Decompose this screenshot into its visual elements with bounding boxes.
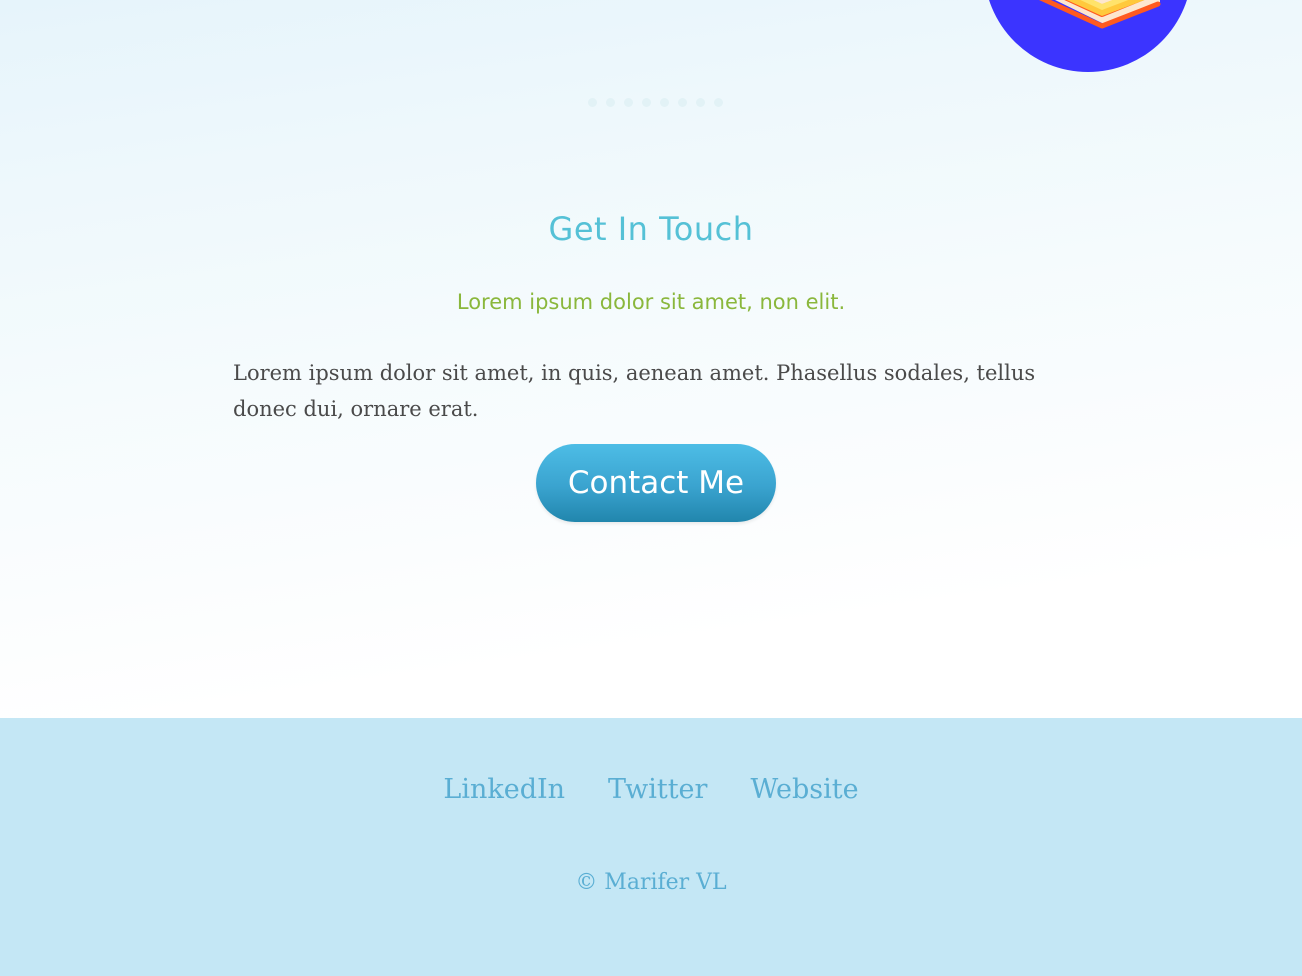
stacked-books-illustration-icon xyxy=(984,0,1192,72)
contact-section: Get In Touch Lorem ipsum dolor sit amet,… xyxy=(0,0,1302,718)
linkedin-link[interactable]: LinkedIn xyxy=(443,774,565,805)
footer xyxy=(0,718,1302,976)
copyright-text: © Marifer VL xyxy=(575,870,727,895)
separator-dot xyxy=(642,98,651,107)
separator-dot xyxy=(714,98,723,107)
separator-dot xyxy=(588,98,597,107)
website-link[interactable]: Website xyxy=(750,774,858,805)
separator-dot xyxy=(606,98,615,107)
separator-dot xyxy=(660,98,669,107)
contact-me-button[interactable]: Contact Me xyxy=(536,444,776,522)
separator-dot xyxy=(624,98,633,107)
separator-dot xyxy=(678,98,687,107)
footer-links: LinkedIn Twitter Website xyxy=(0,774,1302,805)
dotted-separator-icon xyxy=(588,98,723,107)
section-subtitle: Lorem ipsum dolor sit amet, non elit. xyxy=(456,290,846,314)
section-body-text: Lorem ipsum dolor sit amet, in quis, aen… xyxy=(233,361,1036,421)
separator-dot xyxy=(696,98,705,107)
section-title: Get In Touch xyxy=(548,210,754,248)
twitter-link[interactable]: Twitter xyxy=(608,774,707,805)
